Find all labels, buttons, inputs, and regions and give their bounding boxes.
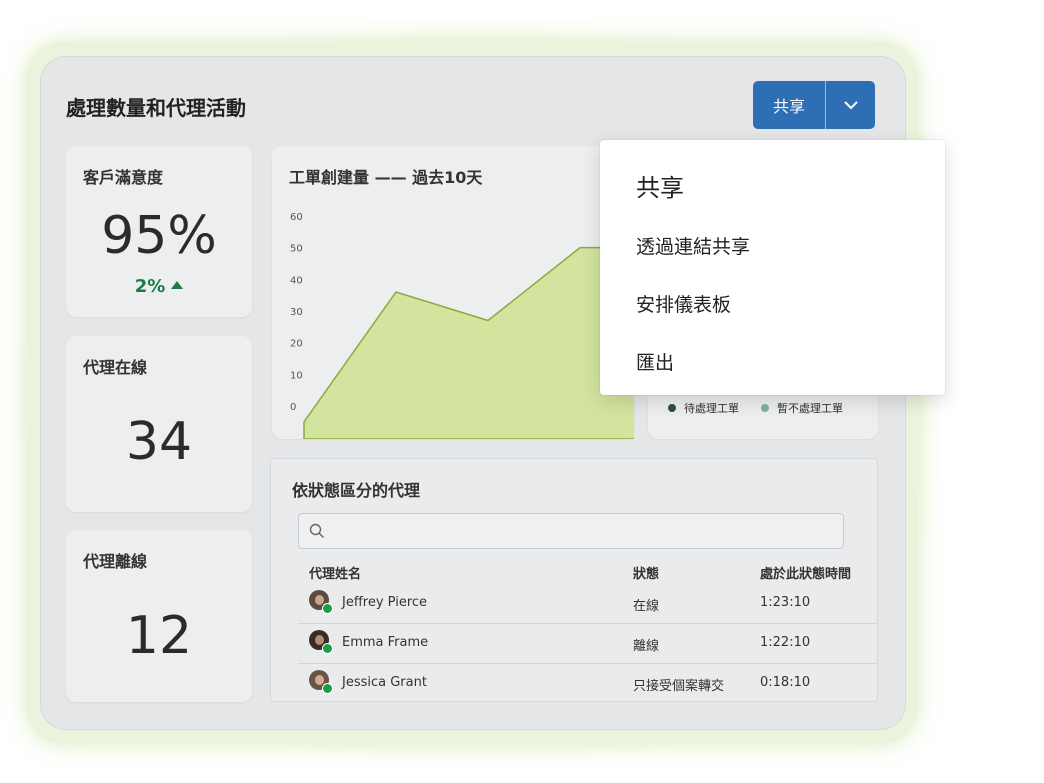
agents-by-status-card: 依狀態區分的代理 代理姓名 狀態 處於此狀態時間 Jeffrey Pierce … — [270, 458, 878, 702]
agent-status-time: 1:22:10 — [760, 635, 811, 650]
trend-up-icon — [171, 281, 184, 289]
y-tick-label: 10 — [290, 370, 303, 381]
online-indicator-icon — [322, 683, 333, 694]
agent-name: Jeffrey Pierce — [342, 595, 428, 610]
avatar — [309, 590, 333, 614]
offline-agents-label: 代理離線 — [83, 552, 148, 571]
csat-delta-value: 2% — [134, 276, 166, 297]
search-input[interactable] — [333, 514, 837, 548]
avatar — [309, 630, 333, 654]
agents-section-title: 依狀態區分的代理 — [292, 481, 421, 500]
column-header-name: 代理姓名 — [309, 567, 362, 582]
agent-status: 離線 — [633, 639, 660, 654]
search-icon — [309, 523, 324, 538]
legend-item-on-hold: 暫不處理工單 — [761, 400, 843, 416]
chart-area-series — [303, 246, 634, 439]
agent-status: 只接受個案轉交 — [633, 679, 725, 694]
share-dropdown-menu: 共享 透過連結共享 安排儀表板 匯出 — [600, 140, 945, 395]
legend-dot-icon — [668, 404, 676, 412]
chart-legend: 待處理工單 暫不處理工單 — [668, 400, 843, 416]
agent-status: 在線 — [633, 599, 660, 614]
online-agents-value: 34 — [125, 412, 193, 472]
chevron-down-icon — [843, 101, 858, 110]
offline-agents-card: 代理離線 12 — [66, 530, 252, 702]
menu-item-share-link[interactable]: 透過連結共享 — [636, 232, 750, 259]
legend-item-pending: 待處理工單 — [668, 400, 739, 416]
menu-item-export[interactable]: 匯出 — [636, 348, 674, 375]
column-header-time: 處於此狀態時間 — [760, 567, 852, 582]
y-tick-label: 60 — [290, 212, 303, 223]
y-tick-label: 30 — [290, 307, 303, 318]
y-tick-label: 40 — [290, 275, 303, 286]
y-tick-label: 20 — [290, 339, 303, 350]
online-agents-card: 代理在線 34 — [66, 336, 252, 512]
legend-label: 暫不處理工單 — [777, 402, 843, 415]
legend-dot-icon — [761, 404, 769, 412]
table-row[interactable]: Emma Frame 離線 1:22:10 — [298, 623, 877, 664]
ticket-volume-card: 工單創建量 —— 過去10天 60 50 40 30 20 10 0 — [272, 146, 634, 439]
page-title: 處理數量和代理活動 — [66, 96, 246, 120]
share-menu-heading: 共享 — [636, 174, 684, 202]
csat-value: 95% — [101, 206, 217, 266]
online-indicator-icon — [322, 603, 333, 614]
csat-card: 客戶滿意度 95% 2% — [66, 146, 252, 317]
menu-item-schedule-dashboard[interactable]: 安排儀表板 — [636, 290, 731, 317]
offline-agents-value: 12 — [125, 606, 193, 666]
online-indicator-icon — [322, 643, 333, 654]
share-button[interactable]: 共享 — [753, 81, 826, 129]
legend-label: 待處理工單 — [684, 402, 739, 415]
column-header-status: 狀態 — [633, 567, 660, 582]
avatar — [309, 670, 333, 694]
online-agents-label: 代理在線 — [83, 358, 148, 377]
table-row[interactable]: Jessica Grant 只接受個案轉交 0:18:10 — [298, 663, 877, 703]
y-tick-label: 50 — [290, 244, 303, 255]
ticket-volume-chart: 60 50 40 30 20 10 0 — [290, 212, 634, 439]
y-tick-label: 0 — [290, 402, 296, 413]
agent-search — [298, 513, 844, 549]
share-button-group: 共享 — [753, 81, 875, 129]
csat-delta: 2% — [66, 276, 252, 297]
table-row[interactable]: Jeffrey Pierce 在線 1:23:10 — [298, 583, 877, 624]
agent-name: Jessica Grant — [342, 675, 427, 690]
agent-status-time: 0:18:10 — [760, 675, 811, 690]
agent-status-time: 1:23:10 — [760, 595, 811, 610]
csat-label: 客戶滿意度 — [83, 168, 164, 187]
share-menu-toggle[interactable] — [826, 81, 875, 129]
agent-name: Emma Frame — [342, 635, 429, 650]
